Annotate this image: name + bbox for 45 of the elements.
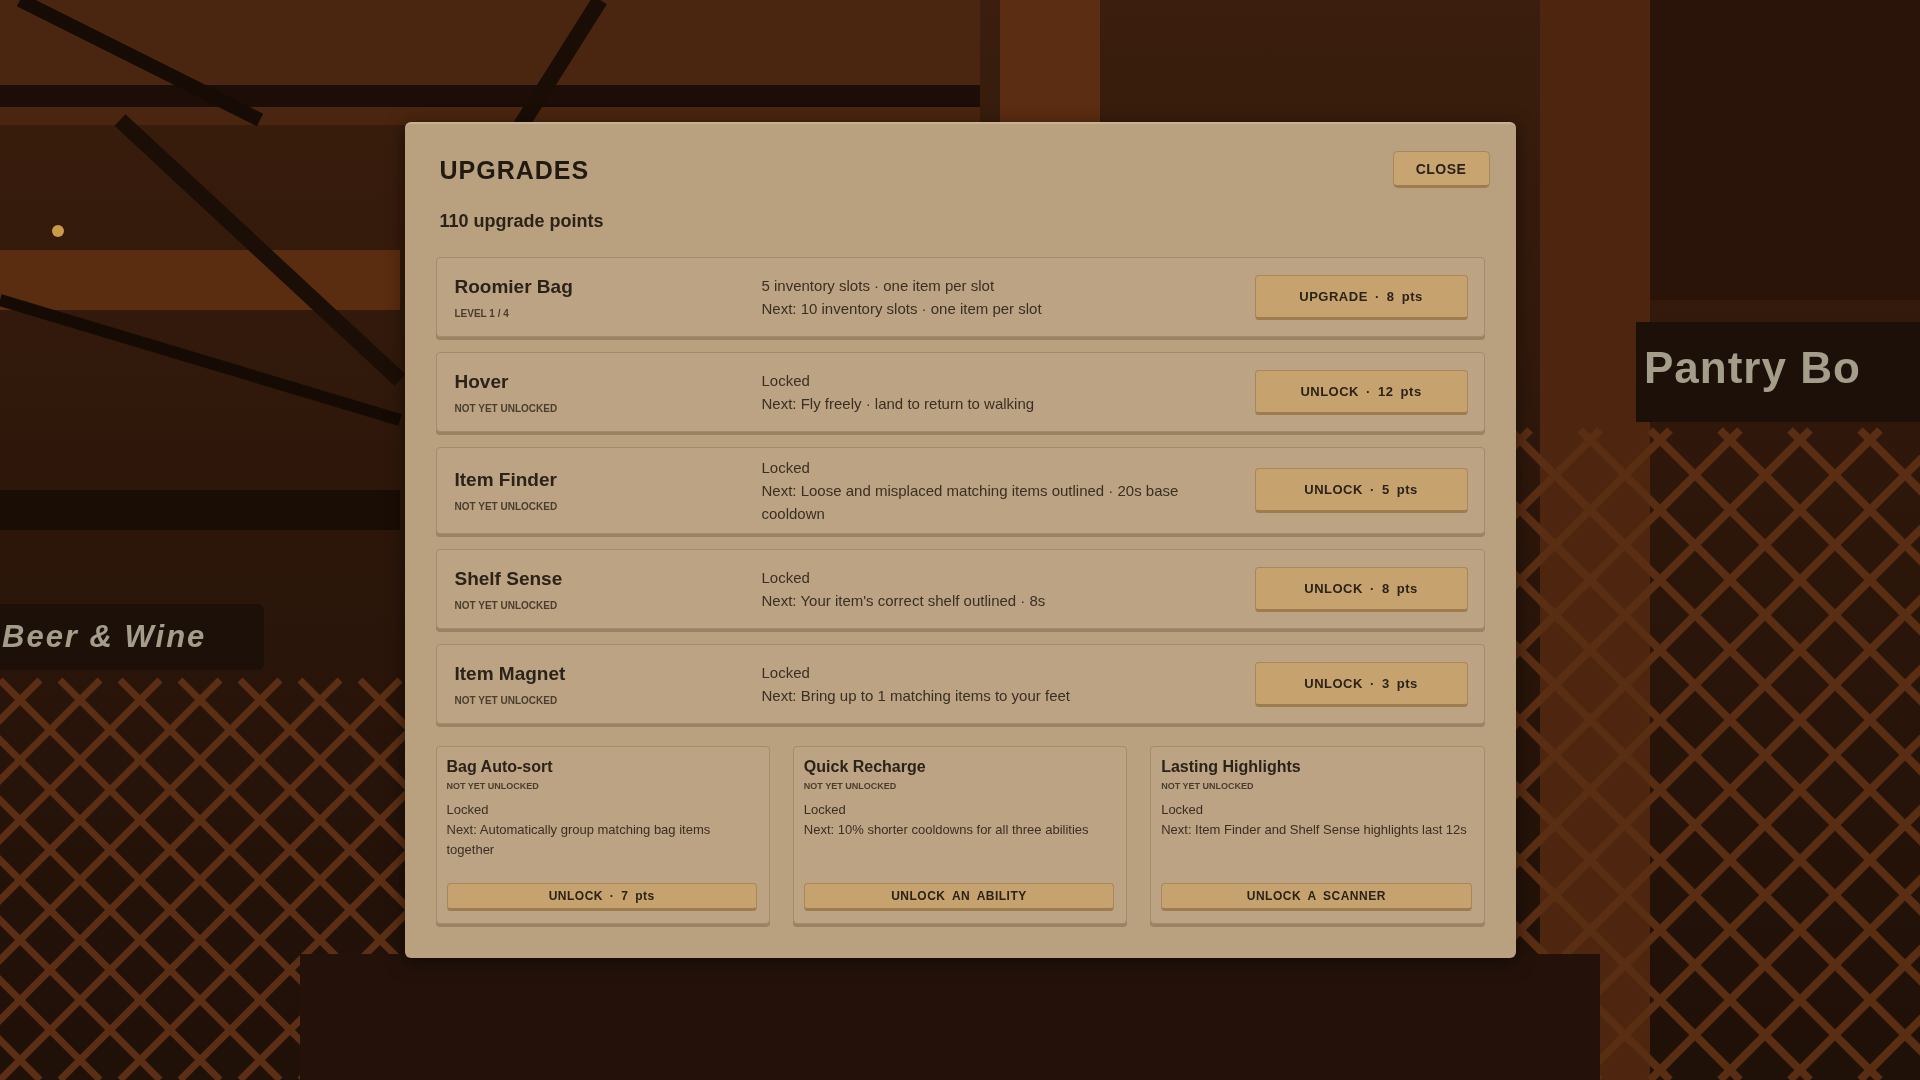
upgrade-button[interactable]: UNLOCK · 12 pts [1254, 369, 1468, 415]
upgrade-status: NOT YET UNLOCKED [446, 780, 540, 793]
upgrade-button[interactable]: UNLOCK AN ABILITY [803, 883, 1115, 911]
next-effect: Next: Bring up to 1 matching items to your feet [761, 686, 1071, 706]
upgrade-name: Roomier Bag [454, 274, 574, 299]
upgrade-name: Bag Auto-sort [446, 757, 554, 777]
upgrade-name: Shelf Sense [454, 566, 564, 591]
upgrade-name: Quick Recharge [803, 757, 927, 777]
upgrade-button[interactable]: UNLOCK A SCANNER [1161, 883, 1472, 911]
upgrade-status: NOT YET UNLOCKED [454, 693, 559, 707]
current-effect: Locked [803, 801, 847, 819]
upgrade-name: Item Finder [454, 468, 558, 492]
upgrade-status: NOT YET UNLOCKED [803, 780, 898, 793]
upgrade-button[interactable]: UNLOCK · 8 pts [1254, 566, 1468, 612]
current-effect: Locked [761, 568, 811, 588]
upgrade-name: Lasting Highlights [1161, 757, 1302, 777]
upgrade-status: NOT YET UNLOCKED [1161, 780, 1255, 793]
current-effect: 5 inventory slots · one item per slot [761, 276, 996, 296]
aisle-sign: Pantry Bo [1636, 322, 1920, 422]
current-effect: Locked [761, 371, 811, 391]
points-label: 110 upgrade points [438, 210, 605, 233]
upgrade-button[interactable]: UPGRADE · 8 pts [1254, 274, 1468, 320]
current-effect: Locked [761, 663, 811, 683]
next-effect: Next: 10 inventory slots · one item per slot [761, 299, 1043, 319]
dialog-title: UPGRADES [438, 154, 590, 186]
current-effect: Locked [1161, 801, 1205, 819]
next-effect: Next: Loose and misplaced matching items outlined · 20s base cooldown [761, 481, 1180, 524]
next-effect: Next: Your item's correct shelf outlined · 8s [761, 591, 1047, 611]
next-effect: Next: Item Finder and Shelf Sense highlights last 12s [1161, 821, 1468, 839]
upgrade-button[interactable]: UNLOCK · 5 pts [1254, 468, 1468, 513]
upgrade-status: LEVEL 1 / 4 [454, 306, 510, 320]
current-effect: Locked [446, 801, 490, 819]
current-effect: Locked [761, 458, 811, 478]
upgrade-name: Hover [454, 369, 510, 394]
upgrade-name: Item Magnet [454, 661, 567, 686]
next-effect: Next: 10% shorter cooldowns for all three abilities [803, 821, 1090, 839]
aisle-sign: Beer & Wine [0, 604, 264, 670]
close-button[interactable]: CLOSE [1392, 151, 1490, 188]
upgrade-status: NOT YET UNLOCKED [454, 598, 559, 612]
next-effect: Next: Fly freely · land to return to walking [761, 394, 1036, 414]
upgrade-button[interactable]: UNLOCK · 3 pts [1254, 661, 1468, 707]
upgrade-button[interactable]: UNLOCK · 7 pts [446, 883, 757, 911]
next-effect: Next: Automatically group matching bag items together [446, 821, 712, 859]
upgrade-status: NOT YET UNLOCKED [454, 500, 559, 513]
upgrade-status: NOT YET UNLOCKED [454, 401, 559, 415]
